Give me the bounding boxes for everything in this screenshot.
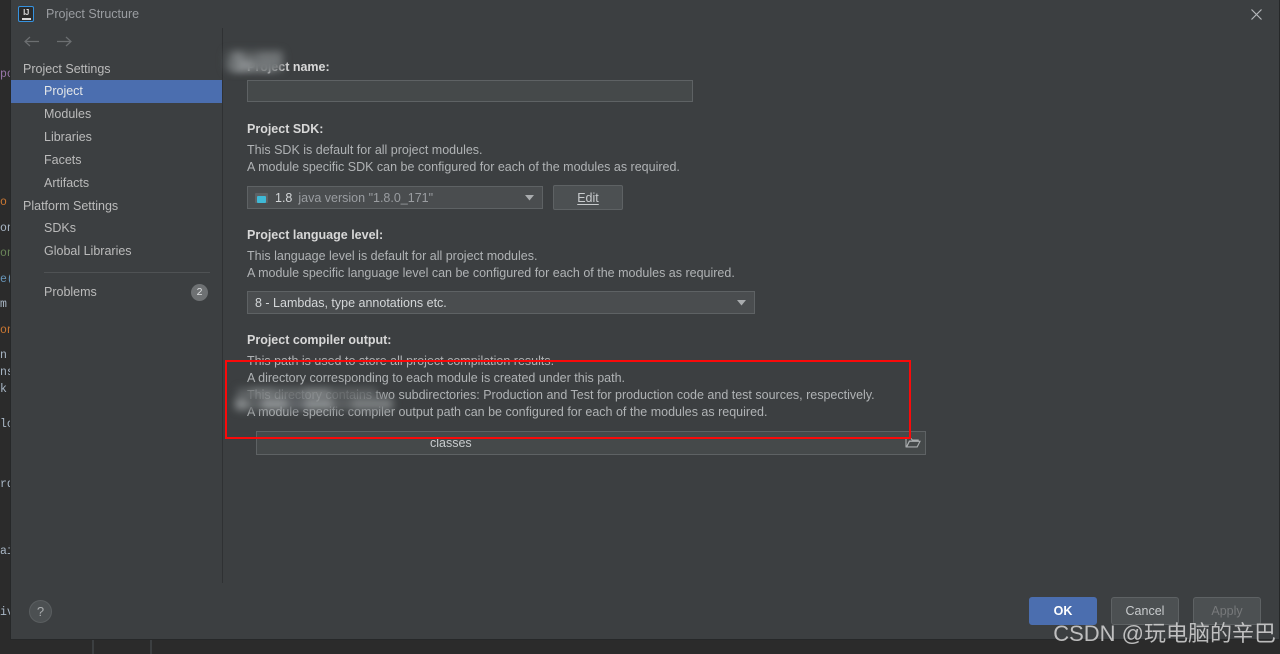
arrow-left-icon[interactable] [23, 36, 40, 47]
ok-button-label: OK [1053, 604, 1073, 618]
problems-count-badge: 2 [191, 284, 208, 301]
project-structure-dialog: IJ Project Structure Project Settings Pr… [10, 0, 1280, 640]
java-sdk-icon [255, 192, 269, 204]
project-name-input[interactable] [247, 80, 693, 102]
compiler-output-desc-2: A directory corresponding to each module… [247, 371, 625, 385]
project-sdk-desc-1: This SDK is default for all project modu… [247, 143, 483, 157]
compiler-output-section: Project compiler output: This path is us… [247, 333, 1279, 455]
sidebar-item-sdks[interactable]: SDKs [11, 217, 222, 240]
dialog-action-buttons: OK Cancel Apply [1029, 597, 1261, 625]
close-icon[interactable] [1233, 0, 1279, 28]
project-sdk-section: Project SDK: This SDK is default for all… [247, 122, 1279, 210]
ok-button[interactable]: OK [1029, 597, 1097, 625]
sidebar-item-facets[interactable]: Facets [11, 149, 222, 172]
project-sdk-combobox[interactable]: 1.8 java version "1.8.0_171" [247, 186, 543, 209]
sidebar-item-label: Facets [44, 153, 82, 167]
cancel-button-label: Cancel [1125, 604, 1165, 618]
help-button-label: ? [36, 603, 45, 619]
window-title: Project Structure [46, 7, 140, 21]
sidebar-item-label: Global Libraries [44, 244, 132, 258]
dialog-titlebar: IJ Project Structure [11, 0, 1279, 28]
project-name-section: Project name: [247, 60, 1279, 102]
sidebar-item-libraries[interactable]: Libraries [11, 126, 222, 149]
dialog-footer: ? OK Cancel Apply [11, 583, 1279, 639]
sidebar-item-modules[interactable]: Modules [11, 103, 222, 126]
language-level-desc-2: A module specific language level can be … [247, 266, 735, 280]
sidebar-item-project[interactable]: Project [11, 80, 222, 103]
apply-button-label: Apply [1211, 604, 1243, 618]
edit-sdk-button[interactable]: Edit [553, 185, 623, 210]
edit-sdk-button-label: Edit [577, 190, 599, 205]
intellij-idea-icon: IJ [18, 6, 34, 22]
navigation-bar [11, 28, 222, 54]
sidebar-item-label: Libraries [44, 130, 92, 144]
project-settings-panel: Project name: Project SDK: This SDK is d… [223, 28, 1279, 583]
nav-group-project-settings: Project Settings [23, 62, 111, 76]
compiler-output-desc-1: This path is used to store all project c… [247, 354, 555, 368]
dialog-body: Project Settings Project Modules Librari… [11, 28, 1279, 583]
language-level-combobox[interactable]: 8 - Lambdas, type annotations etc. [247, 291, 755, 314]
arrow-right-icon[interactable] [56, 36, 73, 47]
sdk-version-label: 1.8 [275, 190, 293, 205]
compiler-output-desc-3: This directory contains two subdirectori… [247, 388, 875, 402]
language-level-label: Project language level: [247, 228, 384, 242]
compiler-output-label: Project compiler output: [247, 333, 392, 347]
compiler-output-path-input[interactable]: classes [256, 431, 926, 455]
chevron-down-icon[interactable] [737, 299, 750, 306]
chevron-down-icon[interactable] [525, 194, 538, 201]
sidebar-item-label: Problems [44, 285, 97, 299]
sidebar-item-artifacts[interactable]: Artifacts [11, 172, 222, 195]
language-level-section: Project language level: This language le… [247, 228, 1279, 314]
folder-open-icon[interactable] [905, 435, 921, 452]
project-sdk-label: Project SDK: [247, 122, 324, 136]
sidebar-item-label: SDKs [44, 221, 76, 235]
redacted-output-path-2 [235, 398, 393, 410]
sdk-detail-label: java version "1.8.0_171" [298, 190, 434, 205]
language-level-value: 8 - Lambdas, type annotations etc. [255, 295, 447, 310]
sidebar-item-label: Artifacts [44, 176, 90, 190]
settings-nav-list: Project Settings Project Modules Librari… [11, 54, 222, 304]
nav-group-platform-settings: Platform Settings [23, 199, 119, 213]
sidebar-item-global-libraries[interactable]: Global Libraries [11, 240, 222, 263]
compiler-output-desc-4: A module specific compiler output path c… [247, 405, 768, 419]
sidebar-divider [44, 272, 210, 273]
sidebar-item-label: Modules [44, 107, 92, 121]
apply-button: Apply [1193, 597, 1261, 625]
project-name-label: Project name: [247, 60, 330, 74]
help-button[interactable]: ? [29, 599, 52, 623]
compiler-output-path-value: classes [430, 436, 472, 450]
settings-sidebar: Project Settings Project Modules Librari… [11, 28, 223, 583]
sidebar-item-label: Project [44, 84, 83, 98]
cancel-button[interactable]: Cancel [1111, 597, 1179, 625]
redacted-project-name-2 [229, 60, 274, 71]
project-sdk-desc-2: A module specific SDK can be configured … [247, 160, 680, 174]
sidebar-item-problems[interactable]: Problems 2 [11, 281, 222, 304]
language-level-desc-1: This language level is default for all p… [247, 249, 538, 263]
